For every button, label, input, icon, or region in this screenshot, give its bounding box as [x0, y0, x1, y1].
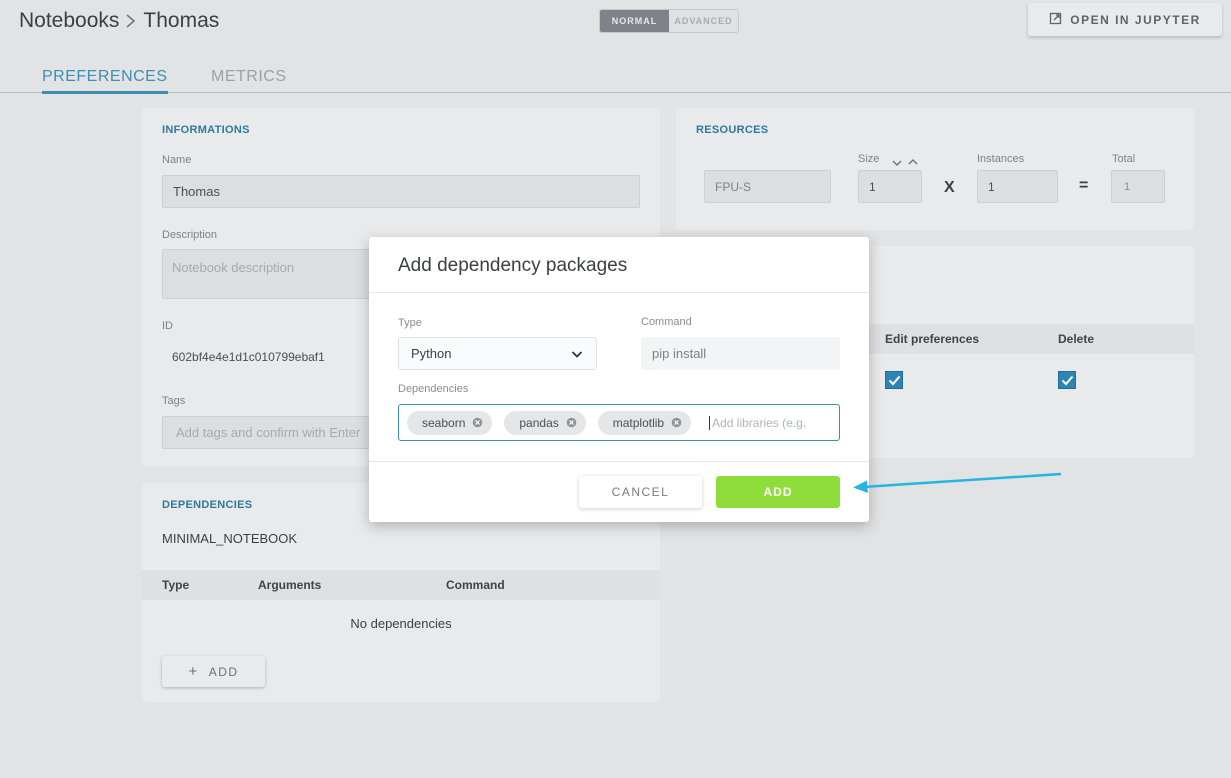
- tags-label: Tags: [162, 395, 186, 407]
- total-value: 1: [1124, 180, 1131, 193]
- edit-preferences-header: Edit preferences: [885, 332, 980, 346]
- total-field: 1: [1111, 170, 1165, 203]
- modal-title: Add dependency packages: [398, 255, 628, 276]
- modal-header-divider: [369, 292, 869, 293]
- name-input[interactable]: Thomas: [162, 175, 640, 208]
- modal-footer-divider: [369, 461, 869, 462]
- delete-header: Delete: [1058, 332, 1095, 346]
- id-label: ID: [162, 320, 173, 332]
- remove-circle-icon[interactable]: [566, 417, 577, 428]
- chevron-down-icon: [571, 351, 583, 358]
- type-label: Type: [398, 317, 422, 329]
- command-label: Command: [641, 316, 692, 328]
- breadcrumb-root[interactable]: Notebooks: [19, 9, 119, 33]
- mode-normal-button[interactable]: NORMAL: [600, 10, 669, 32]
- chevron-right-icon: [124, 10, 138, 32]
- plus-icon: +: [188, 663, 199, 680]
- dependencies-label: Dependencies: [398, 383, 469, 395]
- package-chip: seaborn: [407, 410, 493, 435]
- package-chip: pandas: [504, 410, 586, 435]
- arguments-header: Arguments: [258, 578, 322, 592]
- instances-value: 1: [988, 179, 995, 194]
- resources-title: RESOURCES: [696, 124, 769, 136]
- multiply-sign: X: [944, 179, 955, 196]
- size-label: Size: [858, 153, 880, 165]
- equals-sign: =: [1079, 177, 1089, 194]
- instances-label: Instances: [977, 153, 1025, 165]
- package-chip-label: seaborn: [422, 415, 466, 430]
- name-value: Thomas: [173, 184, 220, 199]
- dependencies-title: DEPENDENCIES: [162, 499, 253, 511]
- description-placeholder: Notebook description: [172, 260, 295, 275]
- remove-circle-icon[interactable]: [472, 417, 483, 428]
- mode-toggle: NORMAL ADVANCED: [599, 9, 739, 33]
- tab-bar: PREFERENCES METRICS: [0, 60, 1231, 94]
- package-chip-label: matplotlib: [612, 415, 665, 430]
- add-dependency-label: ADD: [208, 664, 239, 679]
- dependencies-table-header: Type Arguments Command: [142, 570, 660, 600]
- type-select-value: Python: [411, 346, 452, 361]
- size-input[interactable]: 1: [858, 170, 922, 203]
- annotation-arrow-icon: [853, 472, 1062, 493]
- base-image-name: MINIMAL_NOTEBOOK: [162, 531, 298, 546]
- add-button[interactable]: ADD: [716, 476, 840, 508]
- add-dependency-modal: Add dependency packages Type Python Comm…: [369, 237, 869, 522]
- flavor-value: FPU-S: [715, 179, 751, 194]
- description-label: Description: [162, 229, 218, 241]
- size-value: 1: [869, 179, 876, 194]
- id-text: 602bf4e4e1d1c010799ebaf1: [172, 350, 325, 364]
- tab-metrics[interactable]: METRICS: [211, 68, 287, 86]
- add-dependency-button[interactable]: + ADD: [162, 656, 265, 687]
- type-select[interactable]: Python: [398, 337, 597, 370]
- edit-preferences-checkbox[interactable]: [885, 371, 903, 389]
- flavor-field[interactable]: FPU-S: [704, 170, 831, 203]
- dependencies-text-input[interactable]: Add libraries (e.g.: [709, 415, 806, 430]
- resources-card: RESOURCES FPU-S Size 1 X Instances 1 = T…: [676, 108, 1194, 230]
- command-header: Command: [446, 578, 505, 592]
- command-field: pip install: [641, 337, 840, 370]
- dependencies-tag-input[interactable]: seaborn pandas matplotlib Add libraries …: [398, 404, 840, 441]
- empty-dependencies-text: No dependencies: [350, 616, 452, 631]
- total-label: Total: [1112, 153, 1136, 165]
- breadcrumb-current: Thomas: [143, 9, 220, 32]
- tab-preferences[interactable]: PREFERENCES: [42, 68, 168, 94]
- chevron-up-icon[interactable]: [908, 153, 918, 171]
- check-icon: [888, 375, 900, 385]
- package-chip-label: pandas: [519, 415, 559, 430]
- external-open-icon: [1049, 12, 1062, 28]
- open-in-jupyter-button[interactable]: OPEN IN JUPYTER: [1028, 3, 1222, 36]
- mode-advanced-button[interactable]: ADVANCED: [669, 10, 738, 32]
- delete-checkbox[interactable]: [1058, 371, 1076, 389]
- open-in-jupyter-label: OPEN IN JUPYTER: [1070, 12, 1201, 27]
- informations-title: INFORMATIONS: [162, 124, 250, 136]
- instances-input[interactable]: 1: [977, 170, 1058, 203]
- package-chip: matplotlib: [597, 410, 692, 435]
- breadcrumb: Notebooks Thomas: [19, 9, 219, 33]
- tags-placeholder: Add tags and confirm with Enter: [176, 425, 361, 440]
- command-value: pip install: [652, 346, 707, 361]
- check-icon: [1061, 375, 1073, 385]
- name-label: Name: [162, 154, 192, 166]
- type-header: Type: [162, 578, 190, 592]
- remove-circle-icon[interactable]: [671, 417, 682, 428]
- cancel-button[interactable]: CANCEL: [579, 476, 702, 508]
